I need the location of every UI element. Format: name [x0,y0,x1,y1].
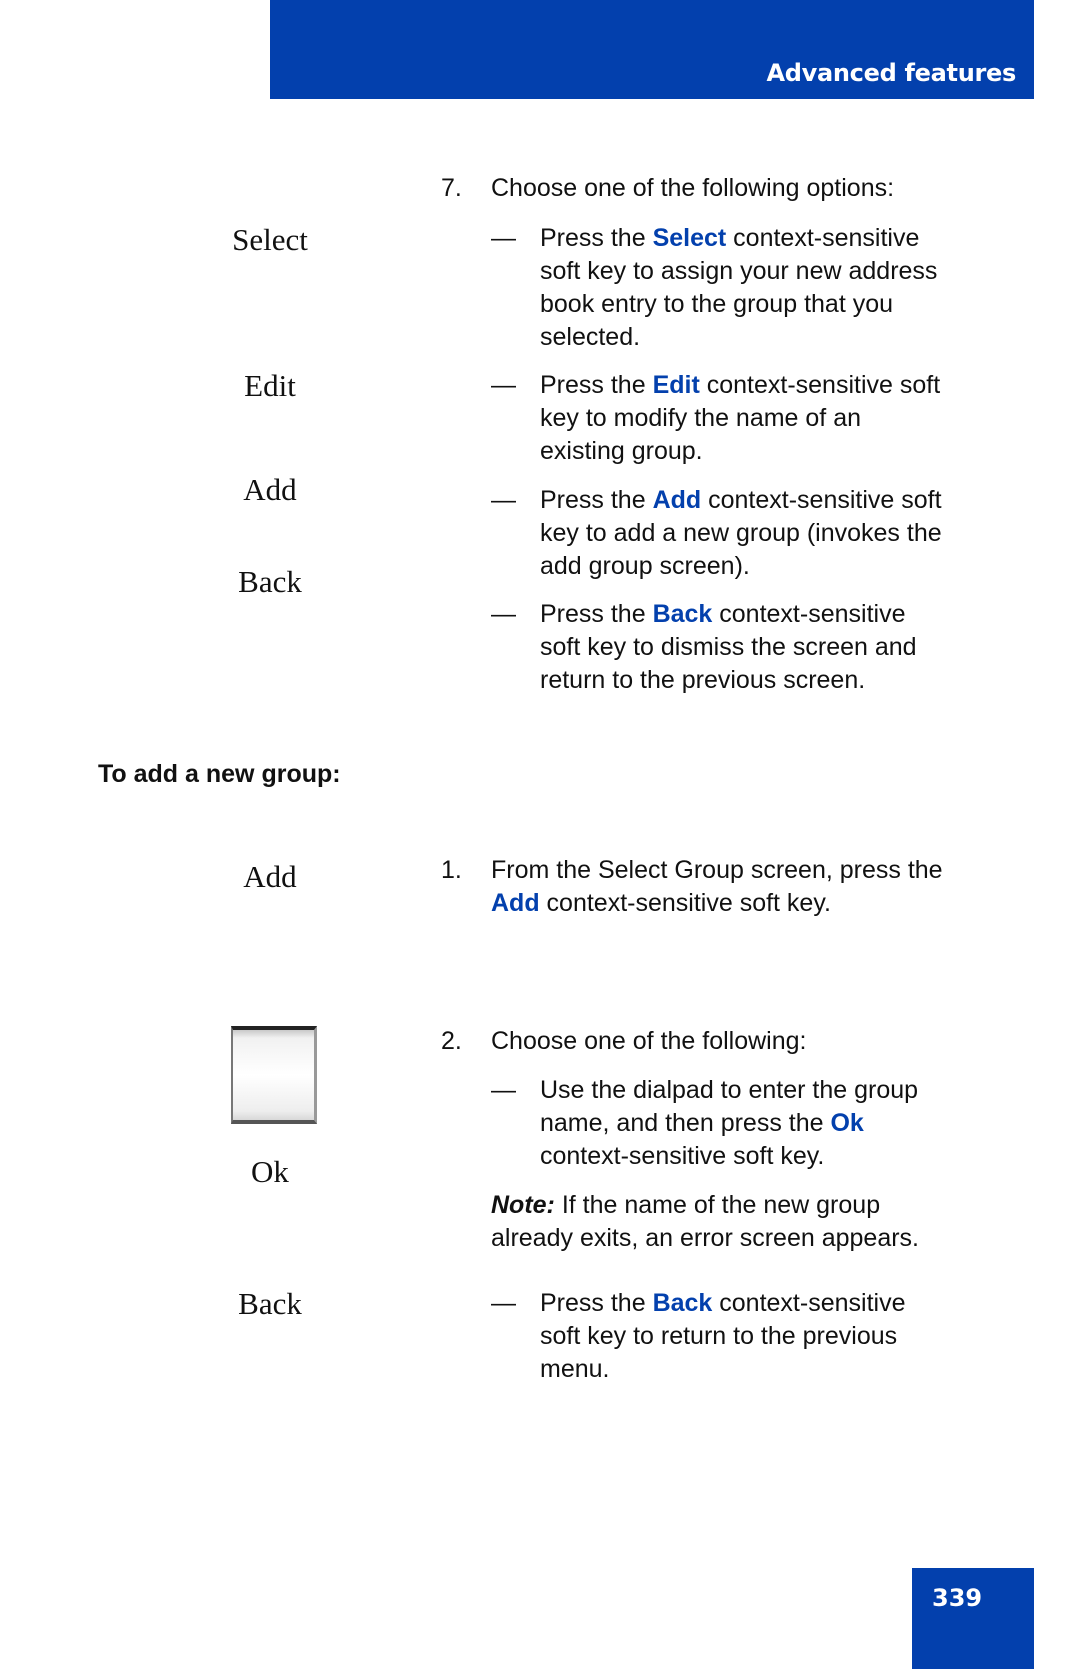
option-text: Press the [540,224,653,252]
header-title: Advanced features [766,59,1017,87]
dash-bullet: — [491,486,516,514]
note-text: already exits, an error screen appears. [491,1224,919,1252]
softkey-label-add: Add [243,859,297,894]
softkey-label-back: Back [238,564,302,599]
step-number: 7. [441,174,462,202]
softkey-name: Select [652,224,727,252]
option-text: existing group. [540,437,703,465]
page-number: 339 [932,1584,983,1612]
option-text: key to add a new group (invokes the [540,519,942,547]
softkey-label-add: Add [243,472,297,507]
option-text: context-sensitive soft [701,486,942,514]
note-label: Note: [491,1191,555,1219]
softkey-name: Add [491,889,540,917]
step-text-line: From the Select Group screen, press the [491,856,943,884]
option-text: Press the [540,1289,653,1317]
softkey-label-select: Select [232,222,308,257]
option-text: Press the [540,486,653,514]
page-number-box: 339 [912,1568,1034,1669]
dash-bullet: — [491,600,516,628]
option-text: context-sensitive [712,600,906,628]
softkey-name: Ok [830,1109,864,1137]
section-heading: To add a new group: [98,760,341,788]
note: Note: If the name of the new group alrea… [491,1189,919,1255]
dash-bullet: — [491,1076,516,1104]
step-text: Choose one of the following options: [491,174,895,202]
dialpad-key-icon [231,1026,317,1124]
softkey-label-edit: Edit [244,368,296,403]
softkey-label-back: Back [238,1286,302,1321]
softkey-name: Edit [652,371,700,399]
dash-bullet: — [491,1289,516,1317]
softkey-name: Back [652,1289,713,1317]
option-text: book entry to the group that you [540,290,894,318]
option-text: context-sensitive soft key. [540,1142,825,1170]
dash-bullet: — [491,371,516,399]
option-text: name, and then press the [540,1109,831,1137]
option-text: Use the dialpad to enter the group [540,1076,919,1104]
option-text: add group screen). [540,552,750,580]
step-text-line: context-sensitive soft key. [539,889,831,917]
option-text: soft key to return to the previous [540,1322,898,1350]
option-text: key to modify the name of an [540,404,862,432]
step-number: 1. [441,856,462,884]
step-text: From the Select Group screen, press the … [491,854,943,920]
option-text: soft key to assign your new address [540,257,938,285]
option-text: context-sensitive soft [699,371,941,399]
dash-bullet: — [491,224,516,252]
option-text: selected. [540,323,641,351]
softkey-label-ok: Ok [251,1154,289,1189]
option-text: return to the previous screen. [540,666,866,694]
option-text: context-sensitive [726,224,920,252]
note-text: If the name of the new group [554,1191,881,1219]
option-text: soft key to dismiss the screen and [540,633,917,661]
step-text: Choose one of the following: [491,1027,807,1055]
softkey-name: Add [652,486,702,514]
softkey-name: Back [652,600,713,628]
header-bar: Advanced features [270,0,1034,99]
option-text: Press the [540,371,653,399]
option-text: menu. [540,1355,610,1383]
step-number: 2. [441,1027,462,1055]
option-text: Press the [540,600,653,628]
option-text: context-sensitive [712,1289,906,1317]
